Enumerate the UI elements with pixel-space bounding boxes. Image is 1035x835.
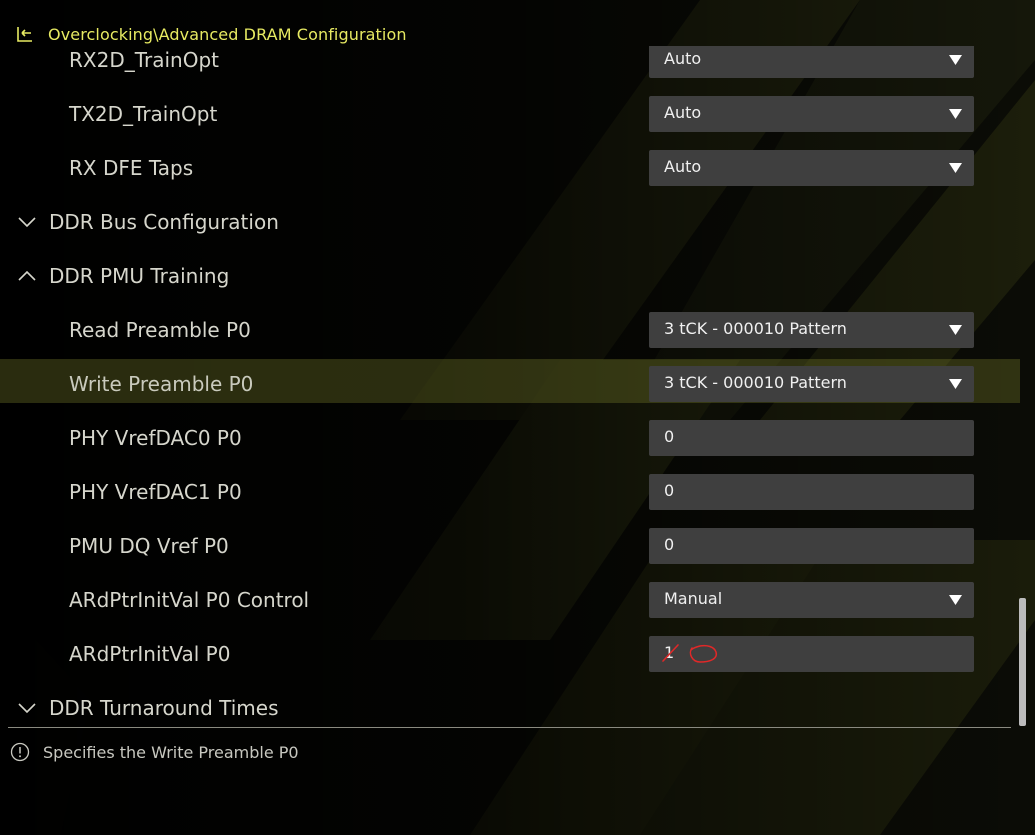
dropdown-arrow-icon <box>949 163 962 173</box>
info-icon <box>10 742 30 762</box>
section-label: DDR Bus Configuration <box>49 210 279 234</box>
chevron-up-icon <box>18 270 36 281</box>
phy-vrefdac1-p0-input[interactable]: 0 <box>649 474 974 510</box>
help-divider <box>8 727 1011 728</box>
setting-row-write-preamble-p0[interactable]: Write Preamble P0 3 tCK - 000010 Pattern <box>0 359 1020 403</box>
setting-row-ardptrinitval-p0-control[interactable]: ARdPtrInitVal P0 Control Manual <box>0 578 1020 622</box>
setting-row-ardptrinitval-p0[interactable]: ARdPtrInitVal P0 1 <box>0 632 1020 676</box>
setting-label: ARdPtrInitVal P0 Control <box>69 588 310 612</box>
setting-row-pmu-dq-vref-p0[interactable]: PMU DQ Vref P0 0 <box>0 524 1020 568</box>
help-bar: Specifies the Write Preamble P0 <box>10 740 299 764</box>
ardptrinitval-p0-control-dropdown[interactable]: Manual <box>649 582 974 618</box>
dropdown-value: 3 tCK - 000010 Pattern <box>664 319 847 338</box>
section-label: DDR PMU Training <box>49 264 230 288</box>
dropdown-value: 3 tCK - 000010 Pattern <box>664 373 847 392</box>
chevron-down-icon <box>18 703 36 714</box>
section-ddr-pmu-training[interactable]: DDR PMU Training <box>0 254 1020 298</box>
setting-label: Read Preamble P0 <box>69 318 251 342</box>
setting-label: Write Preamble P0 <box>69 372 254 396</box>
setting-row-read-preamble-p0[interactable]: Read Preamble P0 3 tCK - 000010 Pattern <box>0 308 1020 352</box>
setting-label: PMU DQ Vref P0 <box>69 534 229 558</box>
rx-dfe-taps-dropdown[interactable]: Auto <box>649 150 974 186</box>
read-preamble-p0-dropdown[interactable]: 3 tCK - 000010 Pattern <box>649 312 974 348</box>
input-value: 0 <box>664 481 675 500</box>
back-arrow-icon[interactable] <box>14 23 36 45</box>
dropdown-value: Auto <box>664 103 702 122</box>
dropdown-arrow-icon <box>949 325 962 335</box>
dropdown-arrow-icon <box>949 379 962 389</box>
setting-label: PHY VrefDAC0 P0 <box>69 426 242 450</box>
dropdown-arrow-icon <box>949 109 962 119</box>
section-ddr-bus-configuration[interactable]: DDR Bus Configuration <box>0 200 1020 244</box>
pmu-dq-vref-p0-input[interactable]: 0 <box>649 528 974 564</box>
section-ddr-turnaround-times[interactable]: DDR Turnaround Times <box>0 686 1020 724</box>
setting-row-rx2d-trainopt[interactable]: RX2D_TrainOpt Auto <box>0 46 1020 82</box>
dropdown-value: Auto <box>664 49 702 68</box>
dropdown-value: Auto <box>664 157 702 176</box>
rx2d-trainopt-dropdown[interactable]: Auto <box>649 46 974 78</box>
dropdown-arrow-icon <box>949 595 962 605</box>
setting-label: RX2D_TrainOpt <box>69 48 219 72</box>
tx2d-trainopt-dropdown[interactable]: Auto <box>649 96 974 132</box>
breadcrumb-path[interactable]: Overclocking\Advanced DRAM Configuration <box>48 25 407 44</box>
dropdown-value: Manual <box>664 589 723 608</box>
setting-label: RX DFE Taps <box>69 156 194 180</box>
setting-row-tx2d-trainopt[interactable]: TX2D_TrainOpt Auto <box>0 92 1020 136</box>
setting-label: ARdPtrInitVal P0 <box>69 642 231 666</box>
setting-label: PHY VrefDAC1 P0 <box>69 480 242 504</box>
red-annotation-marks <box>662 644 718 663</box>
setting-row-phy-vrefdac0-p0[interactable]: PHY VrefDAC0 P0 0 <box>0 416 1020 460</box>
setting-row-phy-vrefdac1-p0[interactable]: PHY VrefDAC1 P0 0 <box>0 470 1020 514</box>
settings-list: RX2D_TrainOpt Auto TX2D_TrainOpt Auto RX… <box>0 46 1020 724</box>
chevron-down-icon <box>18 217 36 228</box>
setting-row-rx-dfe-taps[interactable]: RX DFE Taps Auto <box>0 146 1020 190</box>
dropdown-arrow-icon <box>949 55 962 65</box>
setting-label: TX2D_TrainOpt <box>69 102 218 126</box>
scrollbar-thumb[interactable] <box>1019 598 1026 726</box>
bios-page: Overclocking\Advanced DRAM Configuration… <box>0 0 1035 835</box>
phy-vrefdac0-p0-input[interactable]: 0 <box>649 420 974 456</box>
help-text: Specifies the Write Preamble P0 <box>43 742 299 762</box>
input-value: 0 <box>664 427 675 446</box>
input-value: 0 <box>664 535 675 554</box>
write-preamble-p0-dropdown[interactable]: 3 tCK - 000010 Pattern <box>649 366 974 402</box>
section-label: DDR Turnaround Times <box>49 696 279 720</box>
breadcrumb: Overclocking\Advanced DRAM Configuration <box>14 22 407 46</box>
